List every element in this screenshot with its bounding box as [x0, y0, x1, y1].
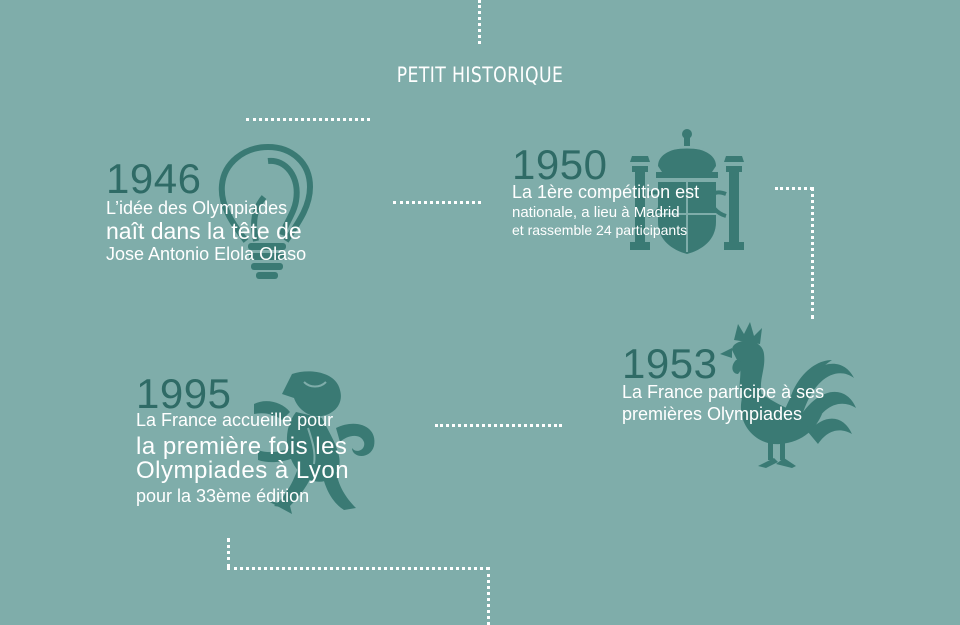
- event-1995-line-3: Olympiades à Lyon: [136, 457, 350, 484]
- event-1953-line-2: premières Olympiades: [622, 404, 803, 424]
- event-1995-line-1: La France accueille pour: [136, 410, 334, 430]
- event-1946-line-3: Jose Antonio Elola Olaso: [106, 244, 307, 264]
- event-1950-line-2: nationale, a lieu à Madrid: [512, 204, 680, 221]
- connector-1946-1950: [393, 201, 481, 204]
- event-1946-line-1: L’idée des Olympiades: [106, 198, 288, 218]
- event-year-1950: 1950: [512, 141, 608, 188]
- connector-1953-1995: [435, 424, 562, 427]
- connector-bottom: [227, 567, 489, 570]
- connector-under-title: [246, 118, 370, 121]
- event-1953-line-1: La France participe à ses: [622, 382, 825, 402]
- connector-1950-right: [775, 187, 813, 190]
- event-1946-line-2: naît dans la tête de: [106, 218, 302, 244]
- event-year-1953: 1953: [622, 340, 718, 387]
- event-1995-line-4: pour la 33ème édition: [136, 486, 310, 506]
- event-1995-line-2: la première fois les: [136, 433, 348, 460]
- event-1950-line-1: La 1ère compétition est: [512, 182, 700, 202]
- event-year-1995: 1995: [136, 370, 232, 417]
- event-1950-line-3: et rassemble 24 participants: [512, 222, 688, 238]
- page-title: PETIT HISTORIQUE: [396, 63, 564, 87]
- connector-bottom-left: [227, 538, 230, 568]
- connector-right-down: [811, 187, 814, 319]
- connector-top: [478, 0, 481, 44]
- event-year-1946: 1946: [106, 155, 202, 202]
- connector-bottom-right: [487, 567, 490, 625]
